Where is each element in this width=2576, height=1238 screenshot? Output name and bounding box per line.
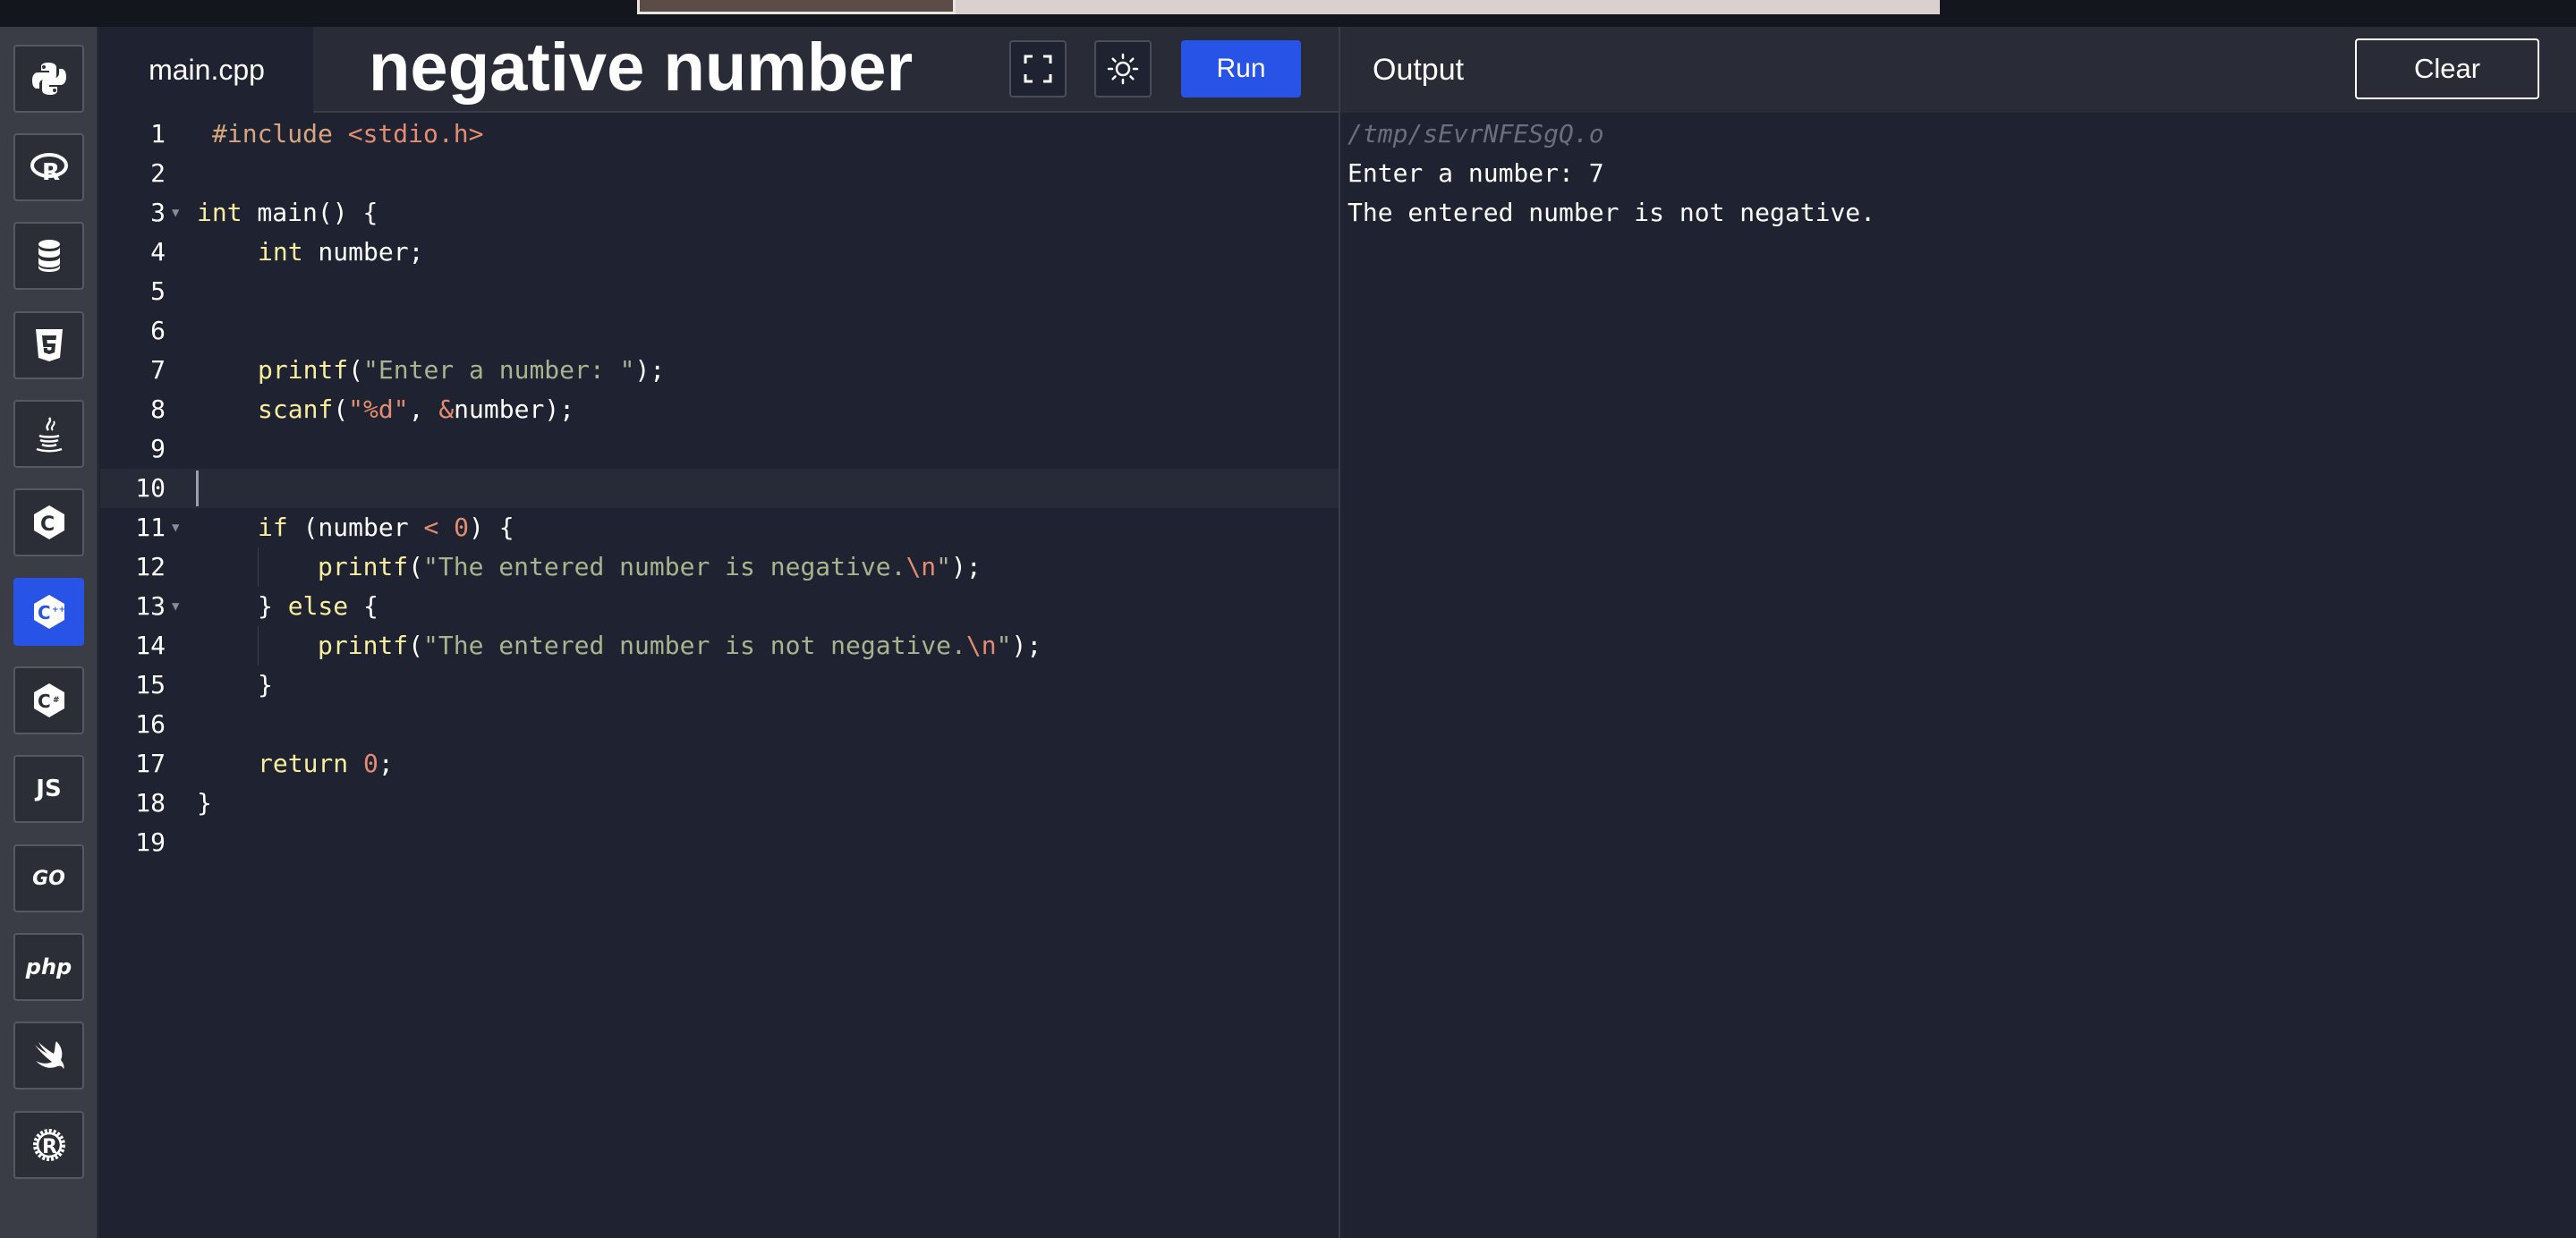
code-line: 12 printf("The entered number is negativ…: [100, 547, 1339, 587]
svg-text:C: C: [38, 602, 51, 623]
java-icon: [36, 417, 62, 453]
output-line: The entered number is not negative.: [1348, 198, 1876, 227]
sun-icon: [1107, 53, 1139, 85]
current-code-line: 10: [100, 469, 1339, 508]
svg-text:#: #: [53, 696, 60, 705]
output-line: Enter a number: 7: [1348, 158, 1604, 188]
text-cursor: [196, 471, 199, 506]
python-icon: [31, 63, 66, 95]
line-number: 1: [150, 119, 166, 148]
swift-icon: [34, 1041, 64, 1069]
code-line: 1 #include <stdio.h>: [100, 114, 1339, 154]
javascript-icon: JS: [36, 776, 62, 802]
line-number: 17: [135, 749, 166, 778]
html5-icon: [35, 329, 63, 361]
video-thumbnail-bar: [956, 0, 1940, 14]
indent-guide: [258, 626, 259, 666]
code-line: 14 printf("The entered number is not neg…: [100, 626, 1339, 666]
code-line: 11 ▼ if (number < 0) {: [100, 508, 1339, 547]
output-panel[interactable]: /tmp/sEvrNFESgQ.o Enter a number: 7 The …: [1339, 113, 2576, 1238]
html-language-button[interactable]: [13, 311, 84, 379]
code-line: 16: [100, 705, 1339, 744]
line-number: 7: [150, 355, 166, 385]
fold-arrow-icon[interactable]: ▼: [172, 193, 179, 233]
line-number: 13: [135, 591, 166, 621]
svg-text:R: R: [42, 1136, 57, 1158]
svg-text:C: C: [38, 691, 51, 712]
fold-arrow-icon[interactable]: ▼: [172, 587, 179, 626]
line-number: 2: [150, 158, 166, 188]
r-language-button[interactable]: R: [13, 133, 84, 201]
line-number: 5: [150, 276, 166, 306]
code-line: 19: [100, 823, 1339, 862]
code-line: 2: [100, 154, 1339, 193]
video-thumbnail: [637, 0, 956, 14]
code-editor[interactable]: 1 #include <stdio.h> 2 3 ▼ int main() { …: [100, 113, 1339, 1238]
code-line: 13 ▼ } else {: [100, 587, 1339, 626]
code-line: 8 scanf("%d", &number);: [100, 390, 1339, 429]
line-number: 19: [135, 827, 166, 857]
line-number: 12: [135, 552, 166, 581]
line-number: 15: [135, 670, 166, 700]
code-line: 4 int number;: [100, 233, 1339, 272]
code-line: 17 return 0;: [100, 744, 1339, 784]
editor-header: main.cpp negative number Run Output Clea…: [100, 27, 2576, 113]
line-number: 18: [135, 788, 166, 818]
code-line: 7 printf("Enter a number: ");: [100, 351, 1339, 390]
indent-guide: [258, 547, 259, 587]
output-path-line: /tmp/sEvrNFESgQ.o: [1348, 119, 1604, 148]
c-language-button[interactable]: C: [13, 488, 84, 556]
line-number: 9: [150, 434, 166, 463]
fullscreen-icon: [1024, 55, 1052, 83]
theme-toggle-button[interactable]: [1094, 40, 1152, 98]
page-title: negative number: [369, 30, 914, 106]
run-button[interactable]: Run: [1181, 40, 1301, 98]
code-line: 5: [100, 272, 1339, 311]
r-icon: R: [30, 153, 68, 186]
top-strip: [0, 0, 2576, 27]
fold-arrow-icon[interactable]: ▼: [172, 508, 179, 547]
python-language-button[interactable]: [13, 45, 84, 113]
code-line: 18 }: [100, 784, 1339, 823]
svg-text:R: R: [42, 159, 60, 186]
java-language-button[interactable]: [13, 400, 84, 468]
clear-button[interactable]: Clear: [2355, 38, 2539, 99]
cpp-language-button[interactable]: C ++: [13, 578, 84, 646]
go-icon: GO: [32, 867, 65, 890]
rust-language-button[interactable]: R: [13, 1111, 84, 1179]
database-icon: [38, 240, 60, 272]
go-language-button[interactable]: GO: [13, 844, 84, 912]
line-number: 14: [135, 631, 166, 660]
code-line: 9: [100, 429, 1339, 469]
javascript-language-button[interactable]: JS: [13, 755, 84, 823]
csharp-icon: C #: [33, 683, 64, 717]
csharp-language-button[interactable]: C #: [13, 666, 84, 734]
svg-text:++: ++: [52, 606, 65, 615]
line-number: 16: [135, 709, 166, 739]
swift-language-button[interactable]: [13, 1022, 84, 1090]
code-line: 3 ▼ int main() {: [100, 193, 1339, 233]
line-number: 8: [150, 394, 166, 424]
c-icon: C: [33, 505, 64, 539]
sql-language-button[interactable]: [13, 222, 84, 290]
cpp-icon: C ++: [33, 595, 65, 629]
code-line: 6: [100, 311, 1339, 351]
fullscreen-button[interactable]: [1009, 40, 1067, 98]
line-number: 3: [150, 198, 166, 227]
php-icon: php: [25, 954, 72, 979]
rust-icon: R: [32, 1129, 65, 1161]
code-line: 15 }: [100, 666, 1339, 705]
svg-text:C: C: [40, 513, 55, 536]
file-tab[interactable]: main.cpp: [100, 27, 313, 113]
line-number: 4: [150, 237, 166, 267]
line-number: 6: [150, 316, 166, 345]
line-number: 11: [135, 513, 166, 542]
output-header: Output Clear: [1339, 27, 2576, 113]
line-number: 10: [135, 473, 166, 503]
php-language-button[interactable]: php: [13, 933, 84, 1001]
language-sidebar: R C C ++ C # JS GO php R: [0, 27, 98, 1238]
output-label: Output: [1373, 53, 1465, 87]
